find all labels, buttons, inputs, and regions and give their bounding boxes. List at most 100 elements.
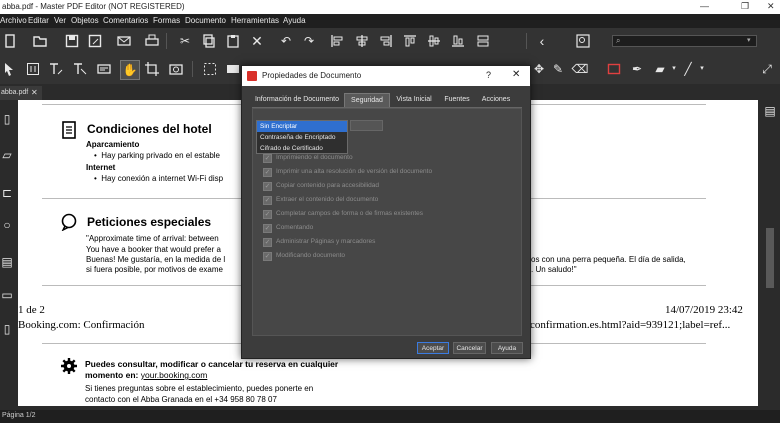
tab-initial-view[interactable]: Vista Inicial (390, 93, 438, 107)
align-bottom-icon[interactable] (451, 34, 465, 48)
permission-checkbox[interactable]: ✓ (263, 196, 272, 205)
page-indicator: Página 1/2 (2, 412, 36, 419)
save-as-icon[interactable] (88, 34, 102, 48)
align-left-icon[interactable] (330, 34, 344, 48)
scrollbar-thumb[interactable] (766, 228, 774, 288)
permission-checkbox[interactable]: ✓ (263, 168, 272, 177)
document-tab[interactable]: abba.pdf ✕ (0, 86, 42, 100)
contact-line-1: Si tienes preguntas sobre el establecimi… (85, 384, 314, 393)
align-center-icon[interactable] (355, 34, 369, 48)
consult-prefix: momento en: (85, 370, 141, 380)
pages-panel-icon[interactable]: ▯ (0, 112, 14, 126)
bookmarks-panel-icon[interactable]: ▱ (0, 148, 14, 162)
menu-ayuda[interactable]: Ayuda (283, 16, 306, 25)
internet-heading: Internet (86, 163, 116, 172)
menu-objetos[interactable]: Objetos (71, 16, 99, 25)
snapshot-icon[interactable] (169, 62, 183, 76)
minimize-button[interactable]: — (700, 1, 709, 11)
distribute-icon[interactable] (476, 34, 490, 48)
encryption-option-password[interactable]: Contraseña de Encriptado (257, 132, 347, 143)
hand-icon[interactable]: ✋ (120, 60, 140, 80)
align-middle-icon[interactable] (427, 34, 441, 48)
encryption-option-certificate[interactable]: Cifrado de Certificado (257, 143, 347, 154)
email-icon[interactable] (117, 34, 131, 48)
link-icon[interactable] (226, 62, 240, 76)
signatures-panel-icon[interactable]: ▭ (0, 288, 14, 302)
open-folder-icon[interactable] (33, 34, 47, 48)
help-button[interactable]: Ayuda (491, 342, 523, 354)
paste-icon[interactable] (226, 34, 240, 48)
encryption-option-none[interactable]: Sin Encriptar (257, 121, 347, 132)
menu-formas[interactable]: Formas (153, 16, 180, 25)
internet-bullet: • Hay conexión a internet Wi-Fi disp (94, 174, 224, 183)
menu-herramientas[interactable]: Herramientas (231, 16, 279, 25)
permission-checkbox[interactable]: ✓ (263, 182, 272, 191)
permission-label: Extraer el contenido del documento (276, 196, 379, 203)
maximize-button[interactable]: ❐ (741, 1, 749, 12)
help-icon[interactable]: ? (486, 70, 491, 80)
text-select-icon[interactable] (26, 62, 40, 76)
parking-bullet: • Hay parking privado en el estable (94, 151, 220, 160)
edit-text-icon[interactable] (49, 62, 63, 76)
menu-documento[interactable]: Documento (185, 16, 226, 25)
select-arrow-icon[interactable] (2, 62, 16, 76)
copy-icon[interactable] (202, 34, 216, 48)
tab-security[interactable]: Seguridad (344, 93, 390, 108)
pencil-icon[interactable]: ✎ (551, 62, 565, 76)
pen-icon[interactable]: ✒ (630, 62, 644, 76)
new-doc-icon[interactable] (3, 34, 17, 48)
title-bar: abba.pdf - Master PDF Editor (NOT REGIST… (0, 0, 780, 14)
crop-icon[interactable] (145, 62, 159, 76)
internet-text: Hay conexión a internet Wi-Fi disp (101, 174, 224, 183)
redo-icon[interactable]: ↷ (302, 34, 316, 48)
prev-icon[interactable]: ‹ (535, 34, 549, 48)
request-line-4: si fuera posible, por motivos de exame (86, 265, 223, 274)
close-icon[interactable]: ✕ (512, 69, 520, 80)
tab-fonts[interactable]: Fuentes (440, 93, 474, 107)
tab-document-info[interactable]: Información de Documento (252, 93, 342, 107)
delete-icon[interactable]: ✕ (250, 34, 264, 48)
align-top-icon[interactable] (403, 34, 417, 48)
eraser-icon[interactable]: ⌫ (572, 62, 589, 76)
more-icon[interactable]: ⤢ (760, 62, 774, 76)
menu-editar[interactable]: Editar (28, 16, 49, 25)
marquee-icon[interactable] (203, 62, 217, 76)
highlight-icon[interactable]: ▰ (653, 62, 667, 76)
permission-checkbox[interactable]: ✓ (263, 210, 272, 219)
permission-checkbox[interactable]: ✓ (263, 238, 272, 247)
accept-button[interactable]: Aceptar (417, 342, 449, 354)
cancel-button[interactable]: Cancelar (453, 342, 486, 354)
permission-label: Modificando documento (276, 252, 346, 259)
encryption-dropdown-list[interactable]: Sin Encriptar Contraseña de Encriptado C… (256, 120, 348, 154)
close-tab-icon[interactable]: ✕ (31, 88, 38, 97)
chevron-down-icon[interactable]: ▾ (695, 62, 709, 76)
menu-ver[interactable]: Ver (54, 16, 66, 25)
properties-icon[interactable]: ▤ (763, 104, 777, 118)
comments-panel-icon[interactable]: ○ (0, 218, 14, 232)
move-icon[interactable]: ✥ (532, 62, 546, 76)
save-icon[interactable] (65, 34, 79, 48)
search-input[interactable]: ⌕ ▾ (612, 35, 757, 47)
undo-icon[interactable]: ↶ (279, 34, 293, 48)
form-icon[interactable] (97, 62, 111, 76)
permission-checkbox[interactable]: ✓ (263, 154, 272, 163)
permission-checkbox[interactable]: ✓ (263, 224, 272, 233)
chevron-down-icon[interactable]: ▾ (667, 62, 681, 76)
tab-actions[interactable]: Acciones (476, 93, 516, 107)
line-icon[interactable]: ╱ (681, 62, 695, 76)
menu-archivo[interactable]: Archivo (0, 16, 27, 25)
attachments-panel-icon[interactable]: ⊏ (0, 186, 14, 200)
shape-icon[interactable] (607, 62, 621, 76)
find-icon[interactable] (576, 34, 590, 48)
cut-icon[interactable]: ✂ (178, 34, 192, 48)
align-right-icon[interactable] (379, 34, 393, 48)
permission-checkbox[interactable]: ✓ (263, 252, 272, 261)
close-window-button[interactable]: ✕ (767, 1, 775, 12)
menu-comentarios[interactable]: Comentarios (103, 16, 148, 25)
fields-panel-icon[interactable]: ▯ (0, 322, 14, 336)
chevron-down-icon[interactable]: ▾ (747, 36, 751, 44)
print-icon[interactable] (145, 34, 159, 48)
layers-panel-icon[interactable]: ▤ (0, 255, 14, 269)
edit-object-icon[interactable] (73, 62, 87, 76)
booking-link[interactable]: your.booking.com (141, 370, 208, 380)
